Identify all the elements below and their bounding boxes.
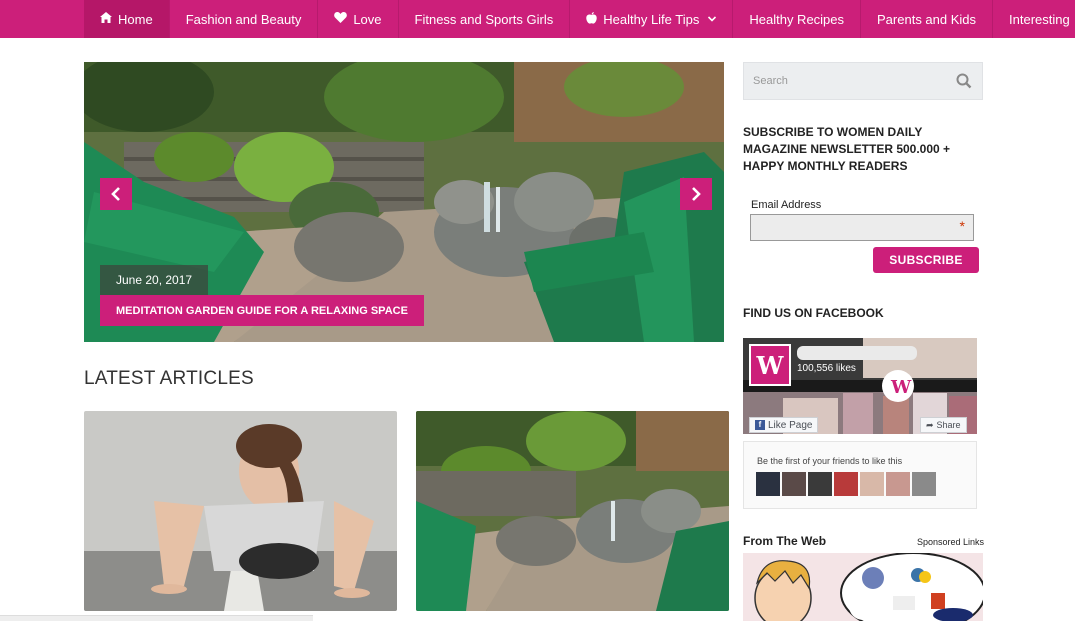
home-icon <box>100 12 112 26</box>
nav-item-fitness[interactable]: Fitness and Sports Girls <box>399 0 571 38</box>
nav-label: Parents and Kids <box>877 11 977 27</box>
article-thumbnail-pushup[interactable] <box>84 411 397 611</box>
nav-label: Home <box>118 11 153 27</box>
email-field[interactable]: * <box>750 214 974 241</box>
facebook-share-button[interactable]: ➦ Share <box>920 417 967 433</box>
facebook-heading: FIND US ON FACEBOOK <box>743 306 884 320</box>
search-input[interactable] <box>744 63 944 99</box>
nav-item-home[interactable]: Home <box>84 0 170 38</box>
from-the-web-heading: From The Web <box>743 534 827 548</box>
email-input[interactable] <box>751 215 956 240</box>
required-marker: * <box>959 218 965 234</box>
slider-prev-button[interactable] <box>100 178 132 210</box>
facebook-like-button[interactable]: f Like Page <box>749 417 819 433</box>
latest-articles-heading: LATEST ARTICLES <box>84 368 254 389</box>
like-page-label: Like Page <box>768 419 813 431</box>
nav-item-fashion[interactable]: Fashion and Beauty <box>170 0 319 38</box>
nav-label: Fitness and Sports Girls <box>414 11 554 27</box>
pushup-photo <box>84 411 397 611</box>
slide-title-link[interactable]: MEDITATION GARDEN GUIDE FOR A RELAXING S… <box>100 295 424 326</box>
nav-item-love[interactable]: Love <box>318 0 399 38</box>
avatar[interactable] <box>782 472 806 496</box>
slider-next-button[interactable] <box>680 178 712 210</box>
apple-icon <box>586 11 597 27</box>
slide-date: June 20, 2017 <box>100 265 209 295</box>
featured-slider[interactable]: June 20, 2017 MEDITATION GARDEN GUIDE FO… <box>84 62 724 342</box>
main-navigation: Home Fashion and Beauty Love Fitness and… <box>0 0 1075 38</box>
avatar[interactable] <box>834 472 858 496</box>
subscribe-button[interactable]: SUBSCRIBE <box>873 247 979 273</box>
chevron-right-icon <box>691 187 701 201</box>
horizontal-scrollbar[interactable] <box>0 615 313 621</box>
nav-label: Interesting <box>1009 11 1070 27</box>
share-icon: ➦ <box>926 419 934 430</box>
nav-item-healthy-life[interactable]: Healthy Life Tips <box>570 0 734 38</box>
heart-icon <box>334 12 348 26</box>
nav-label: Love <box>353 11 382 27</box>
facebook-likes-count: 100,556 likes <box>797 363 856 374</box>
facebook-icon: f <box>755 420 765 430</box>
article-thumbnail-garden[interactable] <box>416 411 729 611</box>
nav-item-parents[interactable]: Parents and Kids <box>861 0 994 38</box>
email-label: Email Address <box>751 199 822 211</box>
share-label: Share <box>936 420 961 430</box>
avatar[interactable] <box>886 472 910 496</box>
friends-like-text: Be the first of your friends to like thi… <box>757 456 903 466</box>
programming-languages-illustration <box>743 553 983 621</box>
avatar[interactable] <box>860 472 884 496</box>
svg-text:W: W <box>890 377 912 398</box>
search-box <box>743 62 983 100</box>
sponsored-links-label[interactable]: Sponsored Links <box>917 537 984 547</box>
facebook-page-widget[interactable]: W W 100,556 likes f Like Page ➦ Share <box>743 338 977 434</box>
nav-item-recipes[interactable]: Healthy Recipes <box>733 0 862 38</box>
avatar[interactable] <box>756 472 780 496</box>
garden-photo-small <box>416 411 729 611</box>
search-icon[interactable] <box>956 73 972 89</box>
facebook-friends-panel: Be the first of your friends to like thi… <box>743 441 977 509</box>
chevron-down-icon <box>708 14 717 24</box>
nav-item-interesting[interactable]: Interesting <box>993 0 1075 38</box>
newsletter-heading: SUBSCRIBE TO WOMEN DAILY MAGAZINE NEWSLE… <box>743 125 951 173</box>
friend-avatars <box>756 472 936 496</box>
nav-label: Healthy Recipes <box>749 11 845 27</box>
nav-label: Healthy Life Tips <box>603 11 700 27</box>
avatar[interactable] <box>808 472 832 496</box>
chevron-left-icon <box>111 187 121 201</box>
sponsored-ad-image[interactable] <box>743 553 983 621</box>
page-name-redacted <box>797 346 917 360</box>
nav-label: Fashion and Beauty <box>185 11 302 27</box>
brand-logo: W <box>749 344 791 386</box>
avatar[interactable] <box>912 472 936 496</box>
